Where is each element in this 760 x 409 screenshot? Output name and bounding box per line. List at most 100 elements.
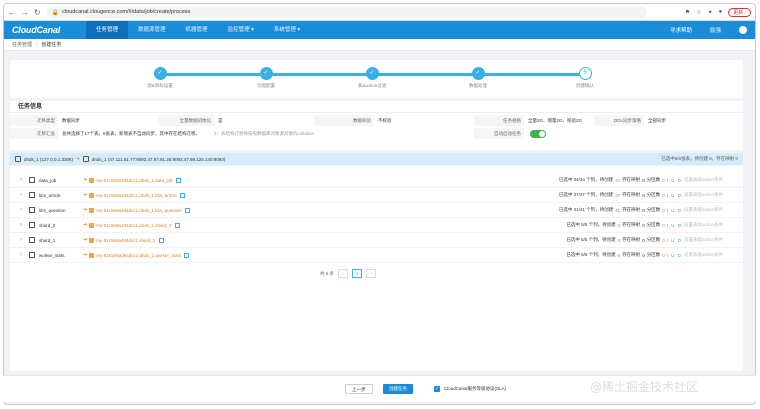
mapped-count: 0 — [642, 177, 645, 183]
forward-icon[interactable]: → — [21, 8, 29, 17]
iud-actions[interactable]: I U D — [667, 253, 682, 258]
table-row[interactable]: › shard_1 ➔ my-51c9e5a484dcc1.shard_1 已选… — [10, 233, 743, 248]
menu-machine[interactable]: 机器管理 — [176, 21, 218, 39]
target-table[interactable]: my-51c9e5a484dcc1.dnds_1.data_job — [96, 178, 172, 183]
arrow-right-icon: ➔ — [83, 192, 88, 198]
update-button[interactable]: 更新 : — [728, 7, 751, 17]
create-task-button[interactable]: 创建任务 — [383, 384, 413, 394]
table-name: data_job — [39, 177, 57, 183]
arrow-right-icon: ➔ — [83, 207, 88, 213]
prev-page-button[interactable]: ‹ — [338, 269, 349, 278]
back-icon[interactable]: ← — [8, 8, 16, 17]
action-condition-link[interactable]: 设置表级action条件 — [684, 207, 723, 213]
target-table[interactable]: my-51c9e5a484dcc1.dnds_1.shard_0 — [96, 223, 171, 228]
chevron-right-icon[interactable]: › — [20, 177, 29, 183]
auto-start-toggle[interactable] — [530, 130, 546, 138]
action-condition-link[interactable]: 设置表级action条件 — [684, 222, 723, 228]
table-row[interactable]: › kbs_article ➔ my-51c9e5a484dcc1.dnds_1… — [10, 188, 743, 203]
app-logo[interactable]: CloudCanal — [12, 25, 60, 35]
field-value: 数据同步 — [62, 118, 80, 123]
edit-icon[interactable] — [174, 222, 180, 228]
avatar[interactable] — [739, 26, 747, 34]
action-condition-link[interactable]: 设置表级action条件 — [684, 252, 723, 258]
menu-system[interactable]: 系统管理 ▾ — [264, 21, 310, 39]
iud-actions[interactable]: I U D — [667, 193, 682, 198]
edit-icon[interactable] — [184, 207, 190, 213]
chevron-right-icon[interactable]: › — [20, 222, 29, 228]
edit-icon[interactable] — [184, 252, 190, 258]
target-table[interactable]: my-51c9e5a484dcc1.dnds_1.kbs_question — [96, 208, 182, 213]
action-condition-link[interactable]: 设置表级action条件 — [684, 177, 723, 183]
chevron-right-icon[interactable]: › — [20, 192, 29, 198]
mapped-label: 存在映射 — [622, 237, 641, 242]
arrow-right-icon: ➔ — [83, 252, 88, 258]
chevron-right-icon[interactable]: › — [20, 252, 29, 258]
mapped-count: 0 — [642, 192, 645, 198]
table-row[interactable]: › data_job ➔ my-51c9e5a484dcc1.dnds_1.da… — [10, 173, 743, 188]
user-name[interactable]: 励强 — [710, 26, 721, 34]
target-table[interactable]: my-51c9e5a484dcc1.shard_1 — [96, 238, 155, 243]
iud-actions[interactable]: I U D — [667, 178, 682, 183]
task-info-title: 任务信息 — [10, 101, 743, 113]
column-stat: 已选中 6/6 个列，待创建 — [566, 252, 616, 257]
breadcrumb-task-manage[interactable]: 任务管理 — [12, 41, 32, 48]
table-icon — [29, 222, 35, 228]
iud-actions[interactable]: I U D — [667, 208, 682, 213]
field-key: 数据校验 — [314, 115, 374, 126]
target-table-icon — [89, 192, 95, 198]
browser-nav: ← → ↻ — [8, 8, 41, 17]
table-row[interactable]: › shard_0 ➔ my-51c9e5a484dcc1.dnds_1.sha… — [10, 218, 743, 233]
extensions: ⚑ ☆ ✦ ● 更新 : — [685, 7, 751, 17]
table-row[interactable]: › kbs_question ➔ my-51c9e5a484dcc1.dnds_… — [10, 203, 743, 218]
action-condition-link[interactable]: 设置表级action条件 — [684, 237, 723, 243]
next-page-button[interactable]: › — [366, 269, 377, 278]
action-condition-link[interactable]: 设置表级action条件 — [684, 192, 723, 198]
iud-actions[interactable]: I U D — [667, 238, 682, 243]
page-number[interactable]: 1 — [352, 269, 363, 278]
sla-label[interactable]: CloudCanal服务等级协议(SLA) — [444, 385, 506, 393]
table-name: shard_0 — [39, 222, 56, 228]
table-icon — [29, 252, 35, 258]
target-table[interactable]: my-51e2e5ad84dcc1.dnds_1.worker_stats — [96, 253, 181, 258]
column-stat: 已选中 37/37 个列，待创建 — [558, 192, 614, 197]
menu-task[interactable]: 任务管理 — [86, 21, 129, 39]
step-3: ✓ 表&action过滤 — [337, 67, 407, 89]
field-key: 任务规格 — [474, 115, 524, 126]
edit-icon[interactable] — [158, 237, 164, 243]
row-stats: 已选中 37/37 个列，待创建 37 存在映射 0 分区数 0 I U D 设… — [559, 192, 723, 198]
table-icon — [29, 207, 35, 213]
table-summary: 已选中6/6张表，待创建 6，存在映射 0 — [661, 156, 738, 161]
step-label: 源&目标设置 — [147, 83, 173, 88]
target-table[interactable]: my-51c9e5a484dcc1.dnds_1.kbs_article — [96, 193, 177, 198]
mapped-label: 存在映射 — [622, 177, 641, 182]
iud-actions[interactable]: I U D — [667, 223, 682, 228]
source-address: (127.0.0.1:3306) — [40, 156, 74, 162]
shard-label: 分区数 — [646, 177, 661, 182]
table-row[interactable]: › worker_stats ➔ my-51e2e5ad84dcc1.dnds_… — [10, 248, 743, 263]
row-stats: 已选中 5/5 个列，待创建 5 存在映射 0 分区数 0 I U D 设置表级… — [566, 222, 723, 228]
step-progress: ✓ 源&目标设置 ✓ 功能配置 ✓ 表&action过滤 ✓ 数据处理 5 创建… — [10, 60, 743, 98]
sla-checkbox[interactable]: ✓ — [434, 386, 440, 392]
address-bar[interactable]: 🔒 cloudcanal.clougence.com/#/data/job/cr… — [46, 6, 647, 18]
edit-icon[interactable] — [175, 177, 181, 183]
database-icon — [82, 156, 89, 162]
star-icon[interactable]: ☆ — [696, 9, 701, 16]
pending-count: 5 — [617, 222, 621, 228]
table-name: shard_1 — [39, 237, 56, 243]
menu-monitor[interactable]: 监控管理 ▾ — [218, 21, 264, 39]
row-stats: 已选中 41/41 个列，待创建 41 存在映射 0 分区数 0 I U D 设… — [559, 207, 723, 213]
step-label: 表&action过滤 — [357, 83, 387, 88]
extension-icon[interactable]: ✦ — [708, 9, 713, 16]
column-stat: 已选中 34/34 个列，待创建 — [558, 177, 614, 182]
chevron-right-icon[interactable]: › — [20, 207, 29, 213]
reload-icon[interactable]: ↻ — [34, 8, 41, 17]
check-icon: ✓ — [365, 67, 379, 80]
translate-icon[interactable]: ⚑ — [685, 9, 690, 16]
menu-datasource[interactable]: 数据源管理 — [128, 21, 176, 39]
chevron-right-icon[interactable]: › — [20, 237, 29, 243]
edit-icon[interactable] — [179, 192, 185, 198]
help-link[interactable]: 寻求帮助 — [670, 26, 692, 34]
profile-icon[interactable]: ● — [719, 9, 723, 15]
task-info-panel: 任务信息 迁移类型 数据同步 全量数据初始化 是 数据校验 不校验 任务规格 全… — [10, 101, 743, 150]
prev-step-button[interactable]: 上一步 — [345, 384, 373, 394]
